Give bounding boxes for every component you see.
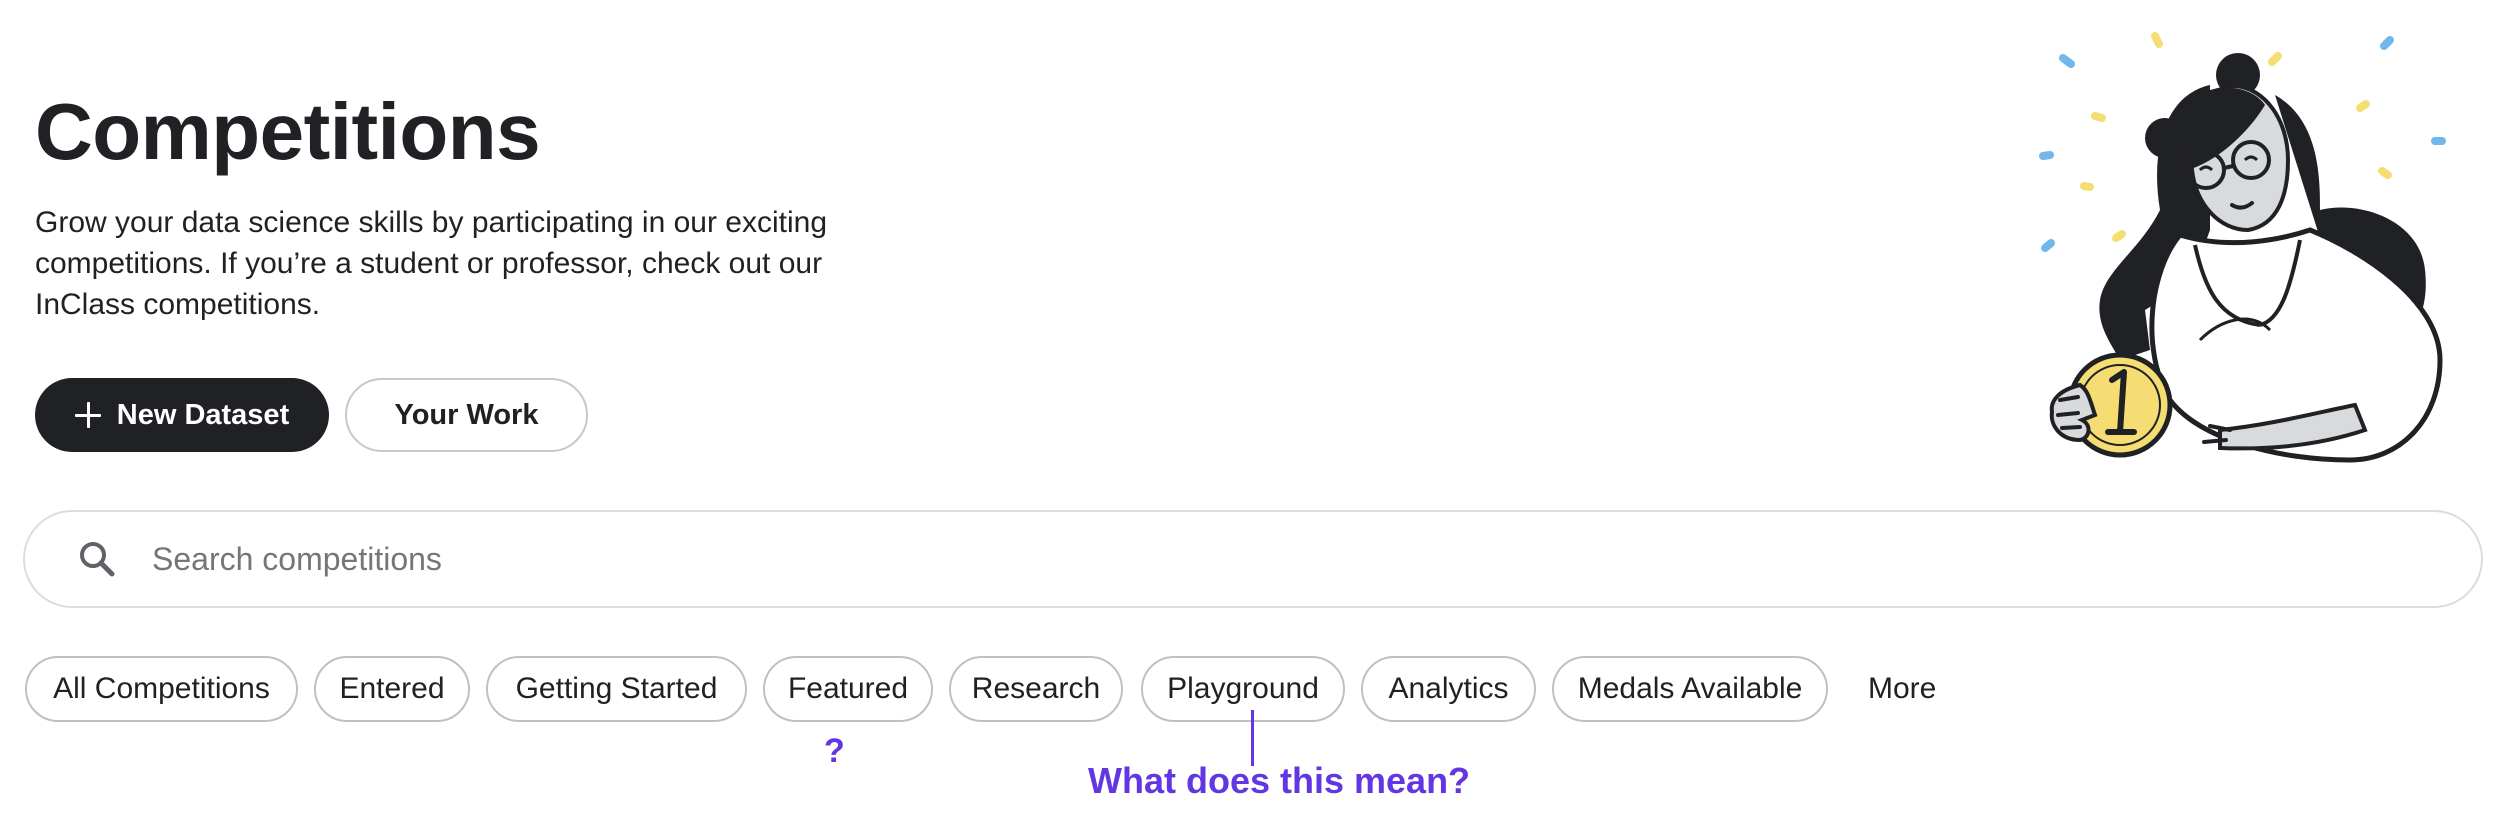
chip-research[interactable]: Research xyxy=(949,656,1123,722)
chip-more[interactable]: More xyxy=(1868,656,1936,722)
chip-all-competitions[interactable]: All Competitions xyxy=(25,656,298,722)
new-dataset-label: New Dataset xyxy=(116,398,290,431)
page-description: Grow your data science skills by partici… xyxy=(35,206,828,321)
search-icon xyxy=(77,539,117,579)
chip-playground[interactable]: Playground xyxy=(1141,656,1345,722)
chip-getting-started[interactable]: Getting Started xyxy=(486,656,747,722)
hero-illustration xyxy=(2020,20,2460,470)
chip-analytics[interactable]: Analytics xyxy=(1361,656,1536,722)
plus-icon xyxy=(74,402,101,428)
annotation-question-mark: ? xyxy=(824,732,845,770)
your-work-button[interactable]: Your Work xyxy=(345,378,588,452)
new-dataset-button[interactable]: New Dataset xyxy=(35,378,329,452)
chip-medals-available[interactable]: Medals Available xyxy=(1552,656,1828,722)
search-input[interactable] xyxy=(150,539,2354,579)
annotation-pointer-line xyxy=(1251,710,1254,766)
search-bar[interactable] xyxy=(23,510,2483,608)
chip-entered[interactable]: Entered xyxy=(314,656,470,722)
page-title: Competitions xyxy=(35,87,541,176)
annotation-callout: What does this mean? xyxy=(1088,760,1471,801)
chip-featured[interactable]: Featured xyxy=(763,656,933,722)
